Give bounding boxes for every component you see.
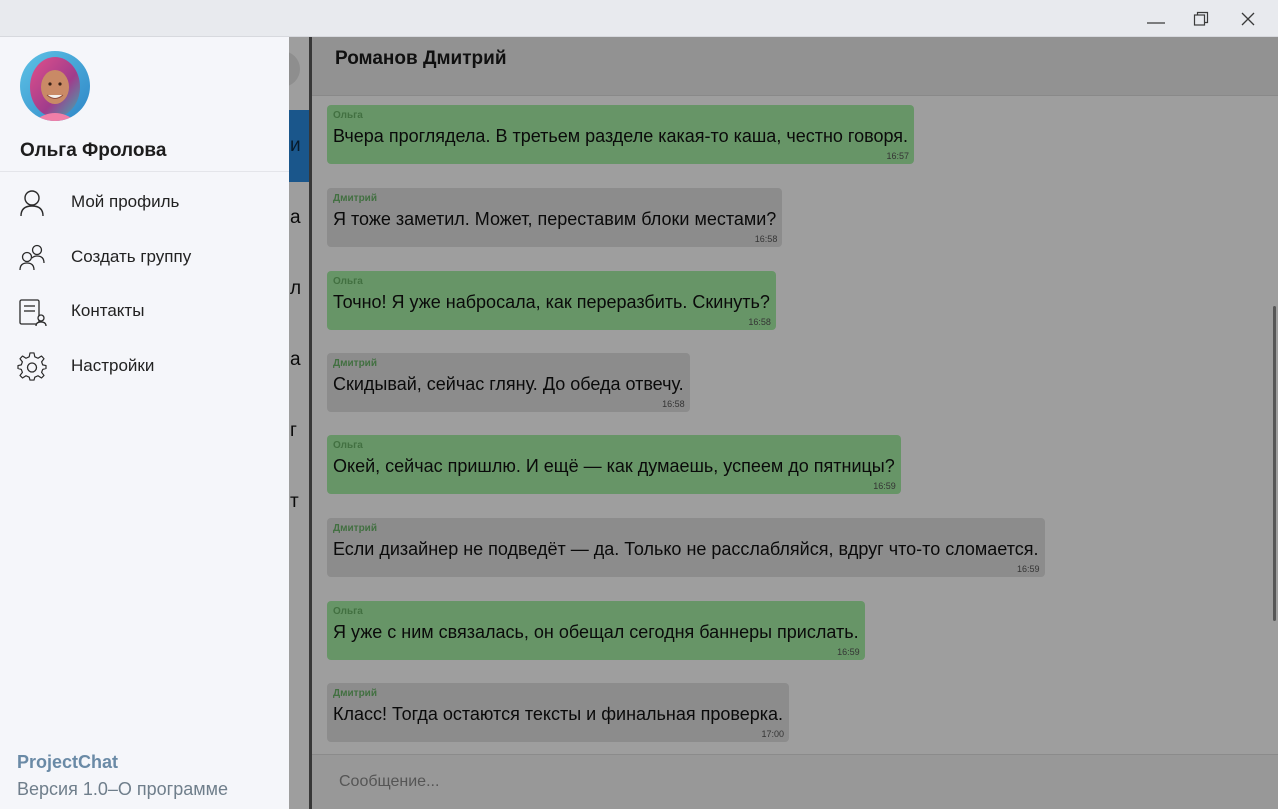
about-link[interactable]: О программе [118,779,228,799]
restore-icon[interactable] [1178,0,1224,37]
drawer-user-name: Ольга Фролова [20,140,167,161]
menu-item-my-profile[interactable]: Мой профиль [0,177,289,229]
divider [0,171,289,172]
contacts-icon [19,299,47,327]
menu-item-contacts[interactable]: Контакты [0,286,289,338]
gear-icon [17,352,47,381]
menu-item-label: Мой профиль [71,192,180,211]
close-icon[interactable] [1225,0,1271,37]
app-name: ProjectChat [17,752,119,772]
window-titlebar [0,0,1278,37]
avatar[interactable] [20,51,90,121]
side-drawer: Ольга Фролова Мой профиль Создать группу… [0,37,289,809]
version-text: Версия 1.0 [17,779,108,799]
group-icon [19,244,45,271]
separator: – [107,779,118,799]
version-row: Версия 1.0–О программе [17,779,228,800]
menu-item-settings[interactable]: Настройки [0,341,289,393]
menu-item-create-group[interactable]: Создать группу [0,232,289,284]
menu-item-label: Контакты [71,301,145,320]
user-icon [20,190,44,217]
minimize-icon[interactable] [1133,0,1179,37]
menu-item-label: Создать группу [71,247,192,266]
menu-item-label: Настройки [71,356,155,375]
